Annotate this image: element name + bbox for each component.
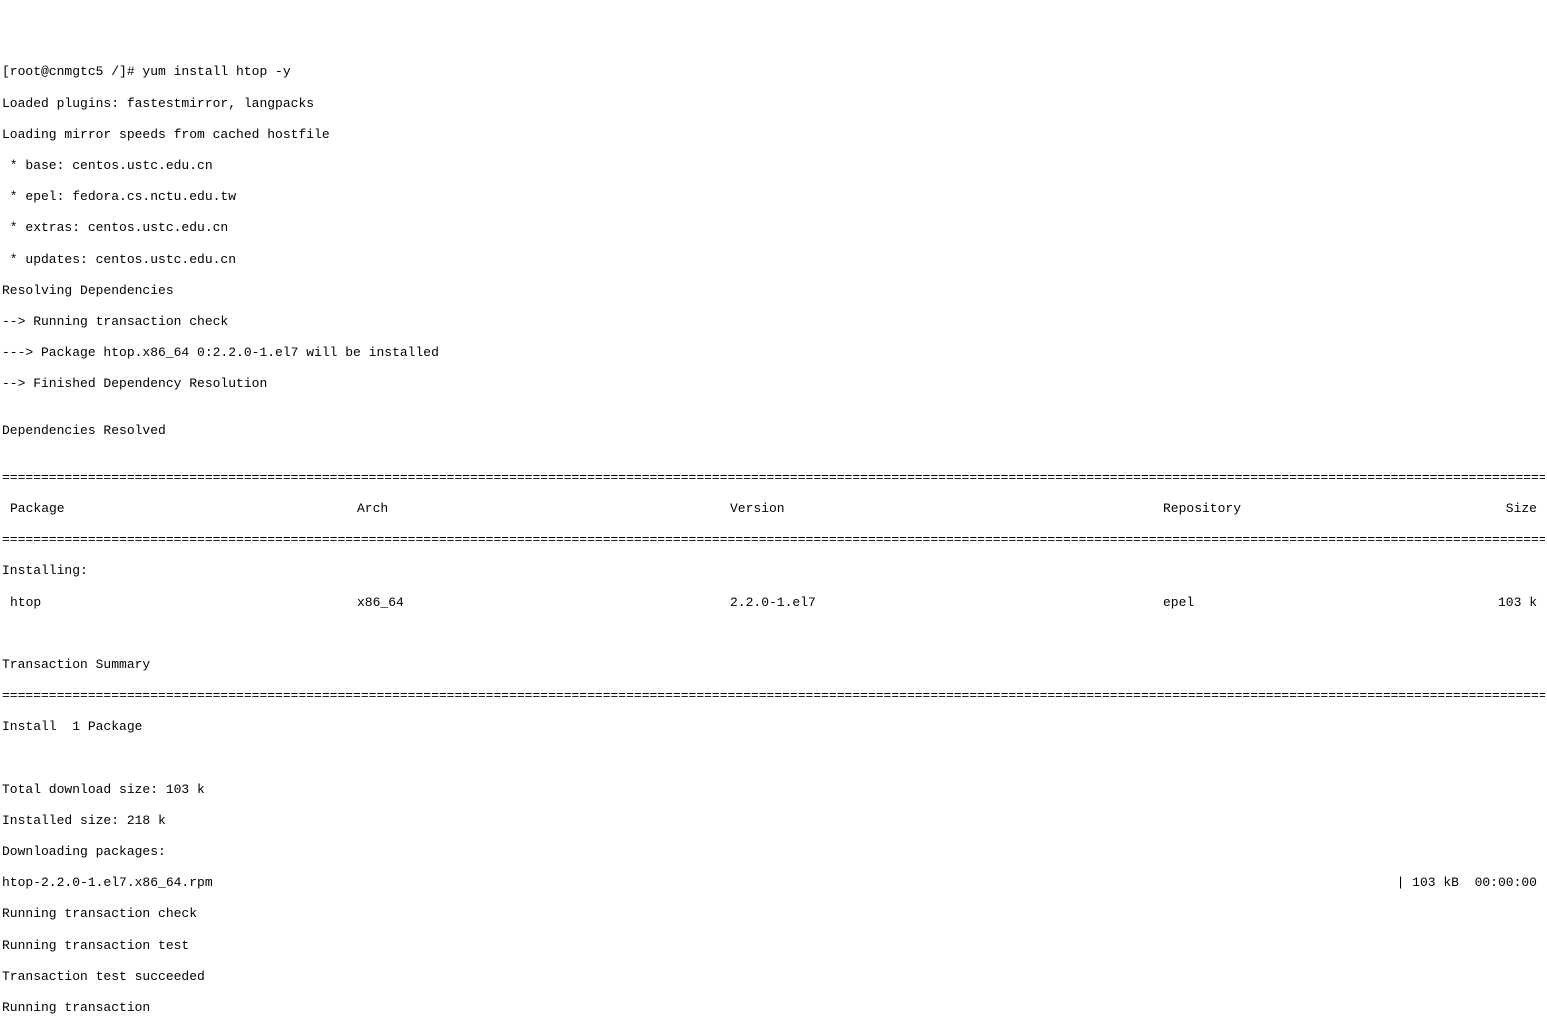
download-info-line: Downloading packages: (2, 844, 1545, 860)
blank-line (2, 751, 1545, 767)
cell-arch: x86_64 (357, 595, 730, 611)
header-repo: Repository (1163, 501, 1485, 517)
preamble-line: Loading mirror speeds from cached hostfi… (2, 127, 1545, 143)
cell-repo: epel (1163, 595, 1485, 611)
transaction-step: Running transaction (2, 1000, 1545, 1016)
header-package: Package (2, 501, 357, 517)
divider: ========================================… (2, 470, 1545, 486)
cell-version: 2.2.0-1.el7 (730, 595, 1163, 611)
preamble-line: Resolving Dependencies (2, 283, 1545, 299)
preamble-line: Dependencies Resolved (2, 423, 1545, 439)
preamble-line: ---> Package htop.x86_64 0:2.2.0-1.el7 w… (2, 345, 1545, 361)
installing-label: Installing: (2, 563, 1545, 579)
transaction-step: Running transaction test (2, 938, 1545, 954)
table-header-row: Package Arch Version Repository Size (2, 501, 1545, 517)
package-row: htop x86_64 2.2.0-1.el7 epel 103 k (2, 595, 1545, 611)
download-info-line: Total download size: 103 k (2, 782, 1545, 798)
cell-package: htop (2, 595, 357, 611)
preamble-line: * base: centos.ustc.edu.cn (2, 158, 1545, 174)
divider: ========================================… (2, 688, 1545, 704)
cell-size: 103 k (1485, 595, 1545, 611)
download-info-line: Installed size: 218 k (2, 813, 1545, 829)
divider: ========================================… (2, 532, 1545, 548)
preamble-line: * extras: centos.ustc.edu.cn (2, 220, 1545, 236)
install-count: Install 1 Package (2, 719, 1545, 735)
transaction-summary-label: Transaction Summary (2, 657, 1545, 673)
header-version: Version (730, 501, 1163, 517)
preamble-line: * updates: centos.ustc.edu.cn (2, 252, 1545, 268)
download-row: htop-2.2.0-1.el7.x86_64.rpm | 103 kB 00:… (2, 875, 1545, 891)
prompt-line: [root@cnmgtc5 /]# yum install htop -y (2, 64, 1545, 80)
header-arch: Arch (357, 501, 730, 517)
transaction-step: Transaction test succeeded (2, 969, 1545, 985)
preamble-line: Loaded plugins: fastestmirror, langpacks (2, 96, 1545, 112)
download-progress: | 103 kB 00:00:00 (1397, 875, 1545, 891)
blank-line (2, 626, 1545, 642)
transaction-step: Running transaction check (2, 906, 1545, 922)
preamble-line: --> Finished Dependency Resolution (2, 376, 1545, 392)
header-size: Size (1485, 501, 1545, 517)
preamble-line: * epel: fedora.cs.nctu.edu.tw (2, 189, 1545, 205)
preamble-line: --> Running transaction check (2, 314, 1545, 330)
download-file: htop-2.2.0-1.el7.x86_64.rpm (2, 875, 1397, 891)
